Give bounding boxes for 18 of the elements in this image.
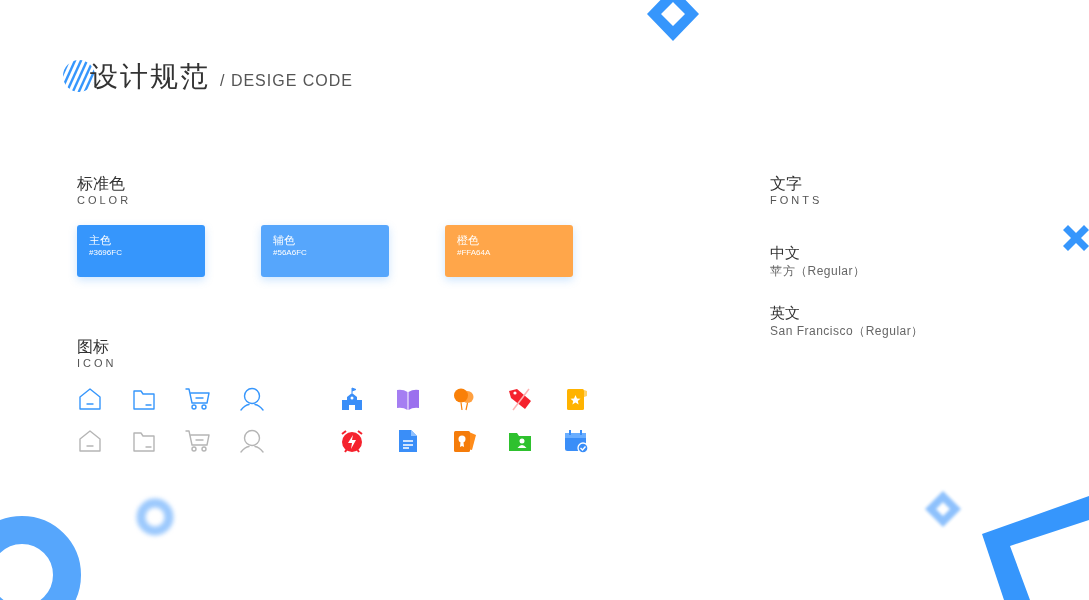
font-label: 中文 bbox=[770, 243, 800, 263]
page-title: 设计规范 bbox=[90, 60, 210, 94]
page-subtitle: / DESIGE CODE bbox=[220, 71, 354, 91]
section-subtitle: FONTS bbox=[770, 194, 823, 207]
swatch-code: #56A6FC bbox=[273, 247, 307, 259]
swatch-code: #FFA64A bbox=[457, 247, 491, 259]
section-subtitle: COLOR bbox=[77, 194, 132, 207]
font-name: San Francisco（Regular） bbox=[770, 323, 924, 339]
swatch-name: 主色 bbox=[89, 233, 111, 247]
font-name: 苹方（Regular） bbox=[770, 263, 866, 279]
section-title: 标准色 bbox=[77, 174, 125, 194]
font-label: 英文 bbox=[770, 303, 800, 323]
swatch-name: 橙色 bbox=[457, 233, 479, 247]
section-subtitle: ICON bbox=[77, 357, 117, 370]
swatch-code: #3696FC bbox=[89, 247, 122, 259]
section-title: 文字 bbox=[770, 174, 802, 194]
section-title: 图标 bbox=[77, 337, 109, 357]
swatch-name: 辅色 bbox=[273, 233, 295, 247]
